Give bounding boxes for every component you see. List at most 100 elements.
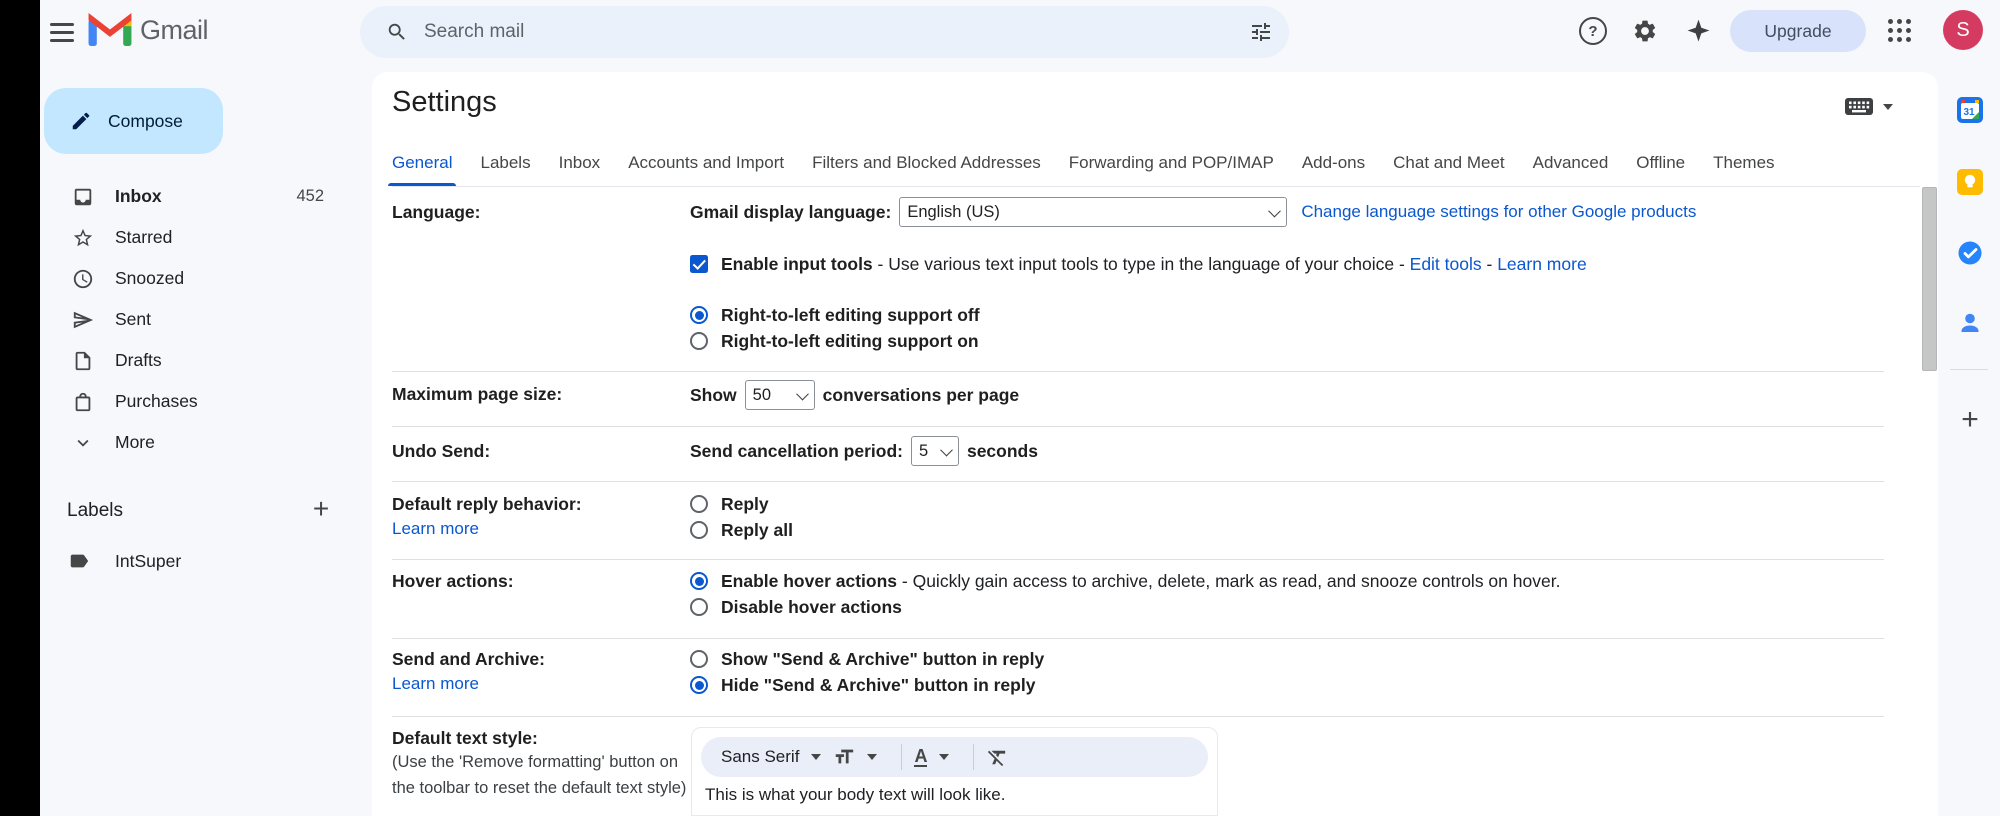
show-send-archive-label: Show "Send & Archive" button in reply xyxy=(721,648,1045,669)
rtl-on-radio[interactable] xyxy=(690,332,708,350)
display-language-select[interactable]: English (US) xyxy=(899,197,1288,227)
row-label-hover-actions: Hover actions: xyxy=(392,571,514,591)
font-size-icon[interactable] xyxy=(833,746,855,768)
tab-accounts-and-import[interactable]: Accounts and Import xyxy=(614,140,798,186)
clock-icon xyxy=(72,268,94,290)
disable-hover-option: Disable hover actions xyxy=(690,591,902,623)
search-filter-icon[interactable] xyxy=(1249,20,1273,44)
enable-input-tools-checkbox[interactable] xyxy=(690,255,708,273)
hamburger-menu-icon[interactable] xyxy=(50,23,74,42)
sidebar-item-inbox[interactable]: Inbox 452 xyxy=(40,176,360,217)
apps-grid-icon[interactable] xyxy=(1888,19,1911,42)
row-label-send-archive: Send and Archive: xyxy=(392,649,545,669)
tab-general[interactable]: General xyxy=(378,140,466,186)
inbox-count: 452 xyxy=(296,187,324,205)
contacts-icon[interactable] xyxy=(1957,310,1983,336)
sidebar-item-starred[interactable]: Starred xyxy=(40,217,360,258)
tab-forwarding-and-pop-imap[interactable]: Forwarding and POP/IMAP xyxy=(1055,140,1288,186)
tab-themes[interactable]: Themes xyxy=(1699,140,1788,186)
show-label: Show xyxy=(690,384,737,405)
sidebar-item-label: Starred xyxy=(115,227,173,247)
help-icon[interactable]: ? xyxy=(1579,17,1607,45)
tab-offline[interactable]: Offline xyxy=(1622,140,1699,186)
tasks-icon[interactable] xyxy=(1957,240,1983,266)
chevron-down-icon xyxy=(1883,104,1893,110)
separator: - xyxy=(1481,253,1498,274)
disable-hover-radio[interactable] xyxy=(690,598,708,616)
reply-all-label: Reply all xyxy=(721,519,793,540)
page-size-value: 50 xyxy=(752,385,772,404)
gemini-sparkle-icon[interactable] xyxy=(1686,18,1711,43)
reply-radio[interactable] xyxy=(690,495,708,513)
hide-send-archive-radio[interactable] xyxy=(690,676,708,694)
search-input[interactable]: Search mail xyxy=(424,21,1249,43)
reply-all-radio[interactable] xyxy=(690,521,708,539)
upgrade-label: Upgrade xyxy=(1764,20,1832,41)
compose-button[interactable]: Compose xyxy=(44,88,223,154)
remove-formatting-icon[interactable] xyxy=(986,746,1009,769)
purchases-bag-icon xyxy=(72,391,94,413)
add-label-plus-icon[interactable]: + xyxy=(306,493,336,524)
tab-advanced[interactable]: Advanced xyxy=(1519,140,1623,186)
font-family-select[interactable]: Sans Serif xyxy=(721,747,799,767)
input-tools-selector[interactable] xyxy=(1845,98,1893,116)
keyboard-input-tools-icon xyxy=(1845,98,1873,116)
sidebar-item-snoozed[interactable]: Snoozed xyxy=(40,258,360,299)
rtl-off-radio[interactable] xyxy=(690,306,708,324)
labels-header: Labels xyxy=(67,500,123,521)
gear-icon[interactable] xyxy=(1632,18,1658,44)
text-style-note-line2: the toolbar to reset the default text st… xyxy=(392,779,687,797)
toolbar-divider xyxy=(901,744,903,770)
upgrade-button[interactable]: Upgrade xyxy=(1730,10,1866,52)
row-label-undo-send: Undo Send: xyxy=(392,441,491,461)
label-name: IntSuper xyxy=(115,550,182,571)
default-reply-learn-more-link[interactable]: Learn more xyxy=(392,519,479,539)
change-language-link[interactable]: Change language settings for other Googl… xyxy=(1301,202,1696,222)
draft-icon xyxy=(72,350,94,372)
vertical-scrollbar[interactable] xyxy=(1922,187,1937,371)
hide-send-archive-label: Hide "Send & Archive" button in reply xyxy=(721,674,1036,695)
tab-add-ons[interactable]: Add-ons xyxy=(1288,140,1379,186)
keep-icon[interactable] xyxy=(1957,169,1983,195)
tab-filters-and-blocked-addresses[interactable]: Filters and Blocked Addresses xyxy=(798,140,1055,186)
rtl-on-option: Right-to-left editing support on xyxy=(690,325,979,357)
tab-labels[interactable]: Labels xyxy=(466,140,544,186)
search-bar[interactable]: Search mail xyxy=(360,6,1289,58)
page-title: Settings xyxy=(392,86,497,118)
calendar-icon[interactable]: 31 xyxy=(1957,97,1983,123)
enable-hover-radio[interactable] xyxy=(690,572,708,590)
settings-tabs: General Labels Inbox Accounts and Import… xyxy=(378,140,1789,186)
send-icon xyxy=(72,309,94,331)
tab-chat-and-meet[interactable]: Chat and Meet xyxy=(1379,140,1519,186)
edit-tools-link[interactable]: Edit tools xyxy=(1410,254,1482,275)
sidebar-item-purchases[interactable]: Purchases xyxy=(40,381,360,422)
text-style-note-line1: (Use the 'Remove formatting' button on xyxy=(392,753,679,771)
sidebar-label-intsuper[interactable]: IntSuper xyxy=(68,550,181,572)
body-text-preview: This is what your body text will look li… xyxy=(705,785,1006,804)
sidebar-item-label: Purchases xyxy=(115,391,198,411)
reply-label: Reply xyxy=(721,493,769,514)
star-icon xyxy=(72,227,94,249)
get-add-ons-plus-icon[interactable]: + xyxy=(1953,403,1987,437)
gmail-wordmark: Gmail xyxy=(140,15,209,45)
sidebar-item-drafts[interactable]: Drafts xyxy=(40,340,360,381)
chevron-down-icon xyxy=(867,754,878,760)
text-color-icon[interactable]: A xyxy=(914,747,928,767)
sidebar-item-label: Snoozed xyxy=(115,268,185,288)
chevron-down-icon xyxy=(72,432,94,454)
show-send-archive-radio[interactable] xyxy=(690,650,708,668)
sidebar-item-more[interactable]: More xyxy=(40,422,360,463)
row-label-max-page-size: Maximum page size: xyxy=(392,384,563,404)
enable-input-tools-label: Enable input tools xyxy=(721,253,873,274)
tab-inbox[interactable]: Inbox xyxy=(545,140,615,186)
account-avatar[interactable]: S xyxy=(1943,10,1983,50)
sidebar-item-sent[interactable]: Sent xyxy=(40,299,360,340)
chevron-down-icon xyxy=(1268,204,1282,217)
cancellation-period-label: Send cancellation period: xyxy=(690,440,903,461)
cancellation-period-select[interactable]: 5 xyxy=(910,436,959,466)
send-archive-learn-more-link[interactable]: Learn more xyxy=(392,674,479,694)
page-size-select[interactable]: 50 xyxy=(744,380,815,410)
row-divider xyxy=(392,716,1884,717)
learn-more-link[interactable]: Learn more xyxy=(1497,254,1587,275)
input-tools-line: Enable input tools - Use various text in… xyxy=(690,248,1587,280)
